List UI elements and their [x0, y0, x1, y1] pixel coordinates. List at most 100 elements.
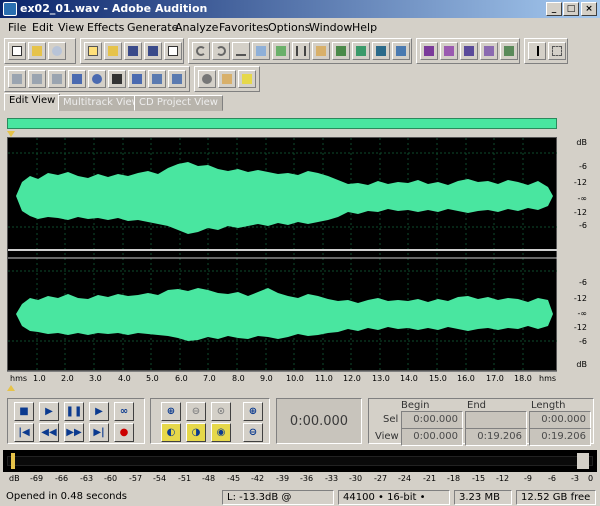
waveform-display[interactable]	[7, 137, 558, 372]
levels-button[interactable]	[168, 70, 186, 88]
zoom-right-button[interactable]: ◑	[186, 423, 206, 442]
play-to-end-button[interactable]: ▶	[89, 402, 109, 421]
time-tick: 14.0	[400, 374, 418, 383]
sel-end-field[interactable]	[465, 411, 527, 429]
menu-analyze[interactable]: Analyze	[175, 21, 218, 34]
stop-button[interactable]: ■	[14, 402, 34, 421]
marquee-tool[interactable]	[548, 42, 566, 60]
meter-label: -9	[524, 474, 532, 483]
zoom-in-button[interactable]: ⊕	[161, 402, 181, 421]
transport-button[interactable]	[68, 70, 86, 88]
zoom-button[interactable]	[88, 70, 106, 88]
selection-view-panel: Begin End Length Sel View 0:00.000 0:00.…	[368, 398, 594, 446]
menu-window[interactable]: Window	[309, 21, 352, 34]
menu-generate[interactable]: Generate	[127, 21, 178, 34]
grid-button[interactable]	[480, 42, 498, 60]
meter-label: -21	[423, 474, 437, 483]
zoom-in-vertical-button[interactable]: ⊕	[243, 402, 263, 421]
time-tick: 3.0	[89, 374, 102, 383]
mix-paste-button[interactable]	[332, 42, 350, 60]
loop-button[interactable]: ∞	[114, 402, 134, 421]
new-button[interactable]	[84, 42, 102, 60]
crop-button[interactable]	[372, 42, 390, 60]
view-button-3[interactable]	[48, 70, 66, 88]
overview-bar[interactable]	[7, 118, 557, 129]
menu-edit[interactable]: Edit	[32, 21, 53, 34]
open-button[interactable]	[28, 42, 46, 60]
redo-button[interactable]	[212, 42, 230, 60]
view-begin-field[interactable]: 0:00.000	[401, 428, 463, 446]
mixed-grid-button[interactable]	[500, 42, 518, 60]
close-file-button[interactable]	[164, 42, 182, 60]
time-display-panel: 0:00.000	[276, 398, 362, 444]
time-button[interactable]	[108, 70, 126, 88]
copy-new-icon	[256, 46, 266, 56]
repeat-button[interactable]	[232, 42, 250, 60]
view-button-1[interactable]	[8, 70, 26, 88]
trim-icon	[356, 46, 366, 56]
record-button[interactable]: ●	[114, 423, 134, 442]
help-button[interactable]	[238, 70, 256, 88]
zoom-out-button[interactable]: ⊖	[186, 402, 206, 421]
playhead-marker-bottom[interactable]	[7, 385, 15, 391]
maximize-button[interactable]: □	[563, 2, 579, 16]
go-to-end-button[interactable]: ▶|	[89, 423, 109, 442]
play-button[interactable]: ▶	[39, 402, 59, 421]
view-length-field[interactable]: 0:19.206	[529, 428, 591, 446]
frequency-button[interactable]	[440, 42, 458, 60]
sel-length-field[interactable]: 0:00.000	[529, 411, 591, 429]
sel-begin-field[interactable]: 0:00.000	[401, 411, 463, 429]
new-file-button[interactable]	[8, 42, 26, 60]
tab-cd-project-view[interactable]: CD Project View	[134, 95, 223, 111]
zoom-left-button[interactable]: ◐	[161, 423, 181, 442]
save-all-button[interactable]	[144, 42, 162, 60]
time-tick: 5.0	[146, 374, 159, 383]
time-tick: 16.0	[457, 374, 475, 383]
zoom-full-button[interactable]: ⊙	[211, 402, 231, 421]
play-to-end-icon: ▶	[95, 406, 103, 417]
open-folder-button[interactable]	[104, 42, 122, 60]
copy-new-button[interactable]	[252, 42, 270, 60]
paste-button[interactable]	[312, 42, 330, 60]
settings-button[interactable]	[198, 70, 216, 88]
menu-options[interactable]: Options	[268, 21, 310, 34]
time-ruler[interactable]: hms 1.0 2.0 3.0 4.0 5.0 6.0 7.0 8.0 9.0 …	[7, 371, 557, 385]
script-button[interactable]	[218, 70, 236, 88]
zoom-out-icon: ⊖	[191, 406, 201, 417]
spectral-view-button[interactable]	[420, 42, 438, 60]
close-button[interactable]: ×	[581, 2, 597, 16]
meter-clip-indicator	[577, 453, 589, 469]
status-size: 3.23 MB	[454, 490, 512, 505]
cd-button[interactable]	[48, 42, 66, 60]
cut-button[interactable]	[292, 42, 310, 60]
rewind-button[interactable]: ◀◀	[39, 423, 59, 442]
tab-multitrack-view[interactable]: Multitrack View	[58, 95, 145, 111]
selection-button[interactable]	[148, 70, 166, 88]
menu-favorites[interactable]: Favorites	[219, 21, 269, 34]
save-button[interactable]	[124, 42, 142, 60]
time-tick: 11.0	[315, 374, 333, 383]
zoom-selection-button[interactable]: ◉	[211, 423, 231, 442]
menu-help[interactable]: Help	[352, 21, 377, 34]
fast-forward-button[interactable]: ▶▶	[64, 423, 84, 442]
info-button[interactable]	[460, 42, 478, 60]
status-free-space: 12.52 GB free	[516, 490, 596, 505]
zoom-out-vertical-button[interactable]: ⊖	[243, 423, 263, 442]
copy-button[interactable]	[272, 42, 290, 60]
view-end-field[interactable]: 0:19.206	[465, 428, 527, 446]
go-to-start-button[interactable]: |◀	[14, 423, 34, 442]
pause-button[interactable]: ❚❚	[64, 402, 84, 421]
zoom-icon	[92, 74, 102, 84]
time-select-tool[interactable]	[528, 42, 546, 60]
view-button-2[interactable]	[28, 70, 46, 88]
meter-button[interactable]	[128, 70, 146, 88]
minimize-button[interactable]: _	[546, 2, 562, 16]
trim-button[interactable]	[352, 42, 370, 60]
mark-button[interactable]	[392, 42, 410, 60]
tab-edit-view[interactable]: Edit View	[4, 93, 61, 111]
menu-effects[interactable]: Effects	[87, 21, 124, 34]
marquee-icon	[552, 46, 562, 56]
menu-view[interactable]: View	[58, 21, 84, 34]
undo-button[interactable]	[192, 42, 210, 60]
menu-file[interactable]: File	[8, 21, 26, 34]
